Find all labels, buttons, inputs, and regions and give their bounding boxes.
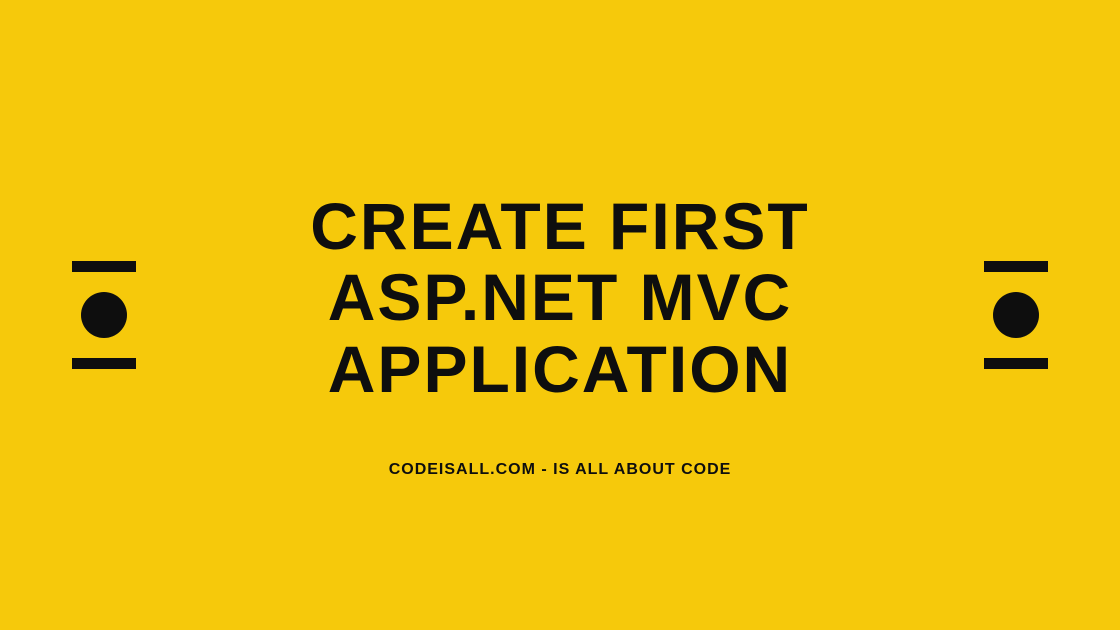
bar-bottom-icon <box>984 358 1048 369</box>
dot-icon <box>81 292 127 338</box>
dot-icon <box>993 292 1039 338</box>
page-title: CREATE FIRST ASP.NET MVC APPLICATION <box>185 191 935 405</box>
bar-top-icon <box>984 261 1048 272</box>
bar-top-icon <box>72 261 136 272</box>
page-subtitle: CODEISALL.COM - IS ALL ABOUT CODE <box>185 461 935 479</box>
decoration-right-icon <box>984 261 1048 369</box>
bar-bottom-icon <box>72 358 136 369</box>
main-content: CREATE FIRST ASP.NET MVC APPLICATION COD… <box>185 151 935 479</box>
decoration-left-icon <box>72 261 136 369</box>
